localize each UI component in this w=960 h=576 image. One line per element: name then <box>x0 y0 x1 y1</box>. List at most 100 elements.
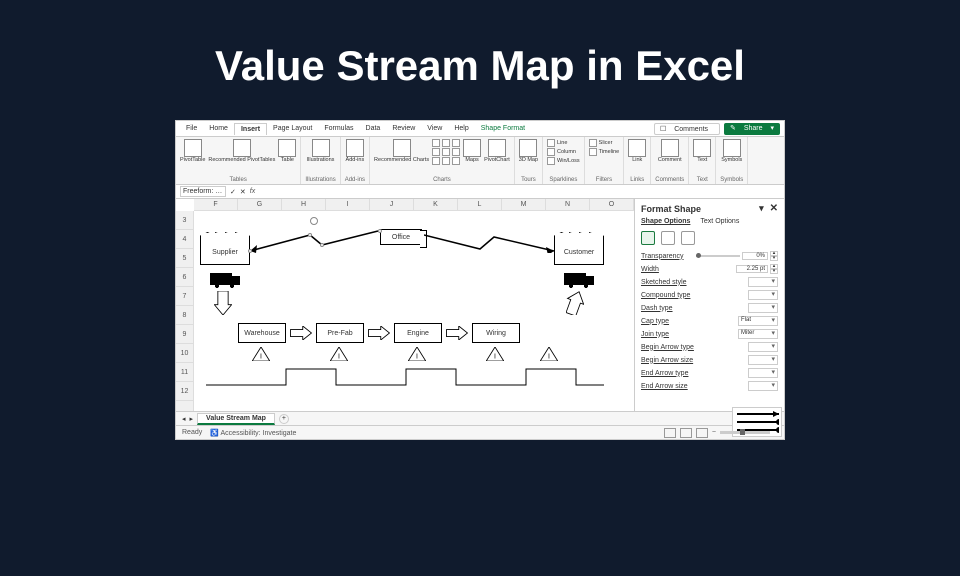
process-warehouse[interactable]: Warehouse <box>238 323 286 343</box>
arrow-right-2-icon[interactable] <box>368 326 390 340</box>
supplier-shape[interactable]: Supplier <box>200 239 250 265</box>
arrow-up-icon[interactable] <box>566 291 584 315</box>
arrow-right-1-icon[interactable] <box>290 326 312 340</box>
inventory-4-icon[interactable]: I <box>486 347 504 361</box>
transparency-slider[interactable] <box>696 255 740 257</box>
illustrations-button[interactable]: Illustrations <box>307 139 335 164</box>
diagram-canvas[interactable]: Supplier Office Customer Warehouse Pre-F… <box>194 211 634 411</box>
dropdown-icon[interactable]: ▾ <box>759 203 764 214</box>
office-shape[interactable]: Office <box>380 229 422 245</box>
close-icon[interactable]: ✕ <box>770 203 778 214</box>
inventory-1-icon[interactable]: I <box>252 347 270 361</box>
tab-file[interactable]: File <box>180 123 203 134</box>
tab-text-options[interactable]: Text Options <box>700 218 739 225</box>
ribbon-body: PivotTable Recommended PivotTables Table… <box>176 137 784 185</box>
inventory-2-icon[interactable]: I <box>330 347 348 361</box>
pivottable-button[interactable]: PivotTable <box>180 139 205 164</box>
view-page-layout-icon[interactable] <box>680 428 692 438</box>
info-arrow-right[interactable] <box>424 229 556 253</box>
truck-supplier-icon[interactable] <box>210 273 232 285</box>
ribbon-right: ☐ Comments ✎ Share ▾ <box>654 123 780 135</box>
svg-text:I: I <box>260 353 262 360</box>
tab-data[interactable]: Data <box>360 123 387 134</box>
arrow-right-3-icon[interactable] <box>446 326 468 340</box>
prop-end-arrow: End Arrow type <box>641 368 778 378</box>
effects-icon[interactable] <box>661 231 675 245</box>
width-spinner[interactable]: ▴▾ <box>770 264 778 274</box>
maps-button[interactable]: Maps <box>463 139 481 164</box>
zoom-slider[interactable] <box>720 431 770 434</box>
sheet-tab-active[interactable]: Value Stream Map <box>197 413 275 425</box>
join-dd[interactable]: Miter <box>738 329 778 339</box>
pivotchart-button[interactable]: PivotChart <box>484 139 510 164</box>
width-input[interactable]: 2.25 pt <box>736 265 768 273</box>
process-prefab[interactable]: Pre-Fab <box>316 323 364 343</box>
svg-text:I: I <box>548 353 550 360</box>
tab-page-layout[interactable]: Page Layout <box>267 123 318 134</box>
addins-button[interactable]: Add-ins <box>346 139 365 164</box>
dash-dd[interactable] <box>748 303 778 313</box>
tab-help[interactable]: Help <box>448 123 474 134</box>
transparency-input[interactable]: 0% <box>742 252 768 260</box>
inventory-3-icon[interactable]: I <box>408 347 426 361</box>
tab-nav-next-icon[interactable]: ▸ <box>190 415 194 423</box>
status-accessibility[interactable]: ♿ Accessibility: Investigate <box>210 429 296 437</box>
cap-dd[interactable]: Flat <box>738 316 778 326</box>
tab-shape-format[interactable]: Shape Format <box>475 123 531 134</box>
pane-category-icons <box>641 231 778 245</box>
name-box[interactable]: Freeform: … <box>180 186 226 197</box>
status-bar: Ready ♿ Accessibility: Investigate − + <box>176 425 784 439</box>
chart-types[interactable] <box>432 139 460 165</box>
zoom-out-icon[interactable]: − <box>712 429 716 436</box>
fill-line-icon[interactable] <box>641 231 655 245</box>
add-sheet-icon[interactable]: + <box>279 414 289 424</box>
tab-formulas[interactable]: Formulas <box>318 123 359 134</box>
inventory-5-icon[interactable]: I <box>540 347 558 361</box>
tab-nav-prev-icon[interactable]: ◂ <box>182 415 186 423</box>
view-normal-icon[interactable] <box>664 428 676 438</box>
3dmap-button[interactable]: 3D Map <box>519 139 538 164</box>
tab-review[interactable]: Review <box>386 123 421 134</box>
fx-icon[interactable]: fx <box>250 188 255 195</box>
svg-text:I: I <box>494 353 496 360</box>
rec-charts-button[interactable]: Recommended Charts <box>374 139 429 164</box>
size-icon[interactable] <box>681 231 695 245</box>
tab-home[interactable]: Home <box>203 123 234 134</box>
comments-button[interactable]: ☐ Comments <box>654 123 720 135</box>
rotation-handle-icon[interactable] <box>310 217 318 225</box>
compound-dd[interactable] <box>748 290 778 300</box>
tab-view[interactable]: View <box>421 123 448 134</box>
end-arrow-dd[interactable] <box>748 368 778 378</box>
process-wiring[interactable]: Wiring <box>472 323 520 343</box>
filter-buttons[interactable]: Slicer Timeline <box>589 139 620 156</box>
info-arrow-left[interactable] <box>250 229 382 253</box>
symbols-button[interactable]: Symbols <box>721 139 742 164</box>
begin-size-dd[interactable] <box>748 355 778 365</box>
table-button[interactable]: Table <box>278 139 296 164</box>
truck-customer-icon[interactable] <box>564 273 586 285</box>
sketched-dd[interactable] <box>748 277 778 287</box>
prop-cap: Cap typeFlat <box>641 316 778 326</box>
arrow-down-icon[interactable] <box>214 291 232 315</box>
group-tables: PivotTable Recommended PivotTables Table… <box>176 137 301 184</box>
transparency-spinner[interactable]: ▴▾ <box>770 251 778 261</box>
rec-pivottables-button[interactable]: Recommended PivotTables <box>208 139 275 164</box>
view-page-break-icon[interactable] <box>696 428 708 438</box>
begin-arrow-dd[interactable] <box>748 342 778 352</box>
customer-shape[interactable]: Customer <box>554 239 604 265</box>
formula-bar: Freeform: … ✓✕ fx <box>176 185 784 199</box>
sheet[interactable]: FGHIJKLMNO 3456789101112 Supplier Office… <box>176 199 634 411</box>
text-button[interactable]: Text <box>693 139 711 164</box>
link-button[interactable]: Link <box>628 139 646 164</box>
pane-tabs: Shape Options Text Options <box>641 218 778 225</box>
share-button[interactable]: ✎ Share ▾ <box>724 123 780 135</box>
group-sparklines: Line Column Win/Loss Sparklines <box>543 137 585 184</box>
tab-insert[interactable]: Insert <box>234 123 267 135</box>
process-engine[interactable]: Engine <box>394 323 442 343</box>
tab-shape-options[interactable]: Shape Options <box>641 218 690 225</box>
row-headers: 3456789101112 <box>176 211 194 411</box>
end-size-dd[interactable] <box>748 381 778 391</box>
comment-button[interactable]: Comment <box>658 139 682 164</box>
timeline-shape[interactable] <box>206 367 606 387</box>
sparkline-buttons[interactable]: Line Column Win/Loss <box>547 139 580 165</box>
